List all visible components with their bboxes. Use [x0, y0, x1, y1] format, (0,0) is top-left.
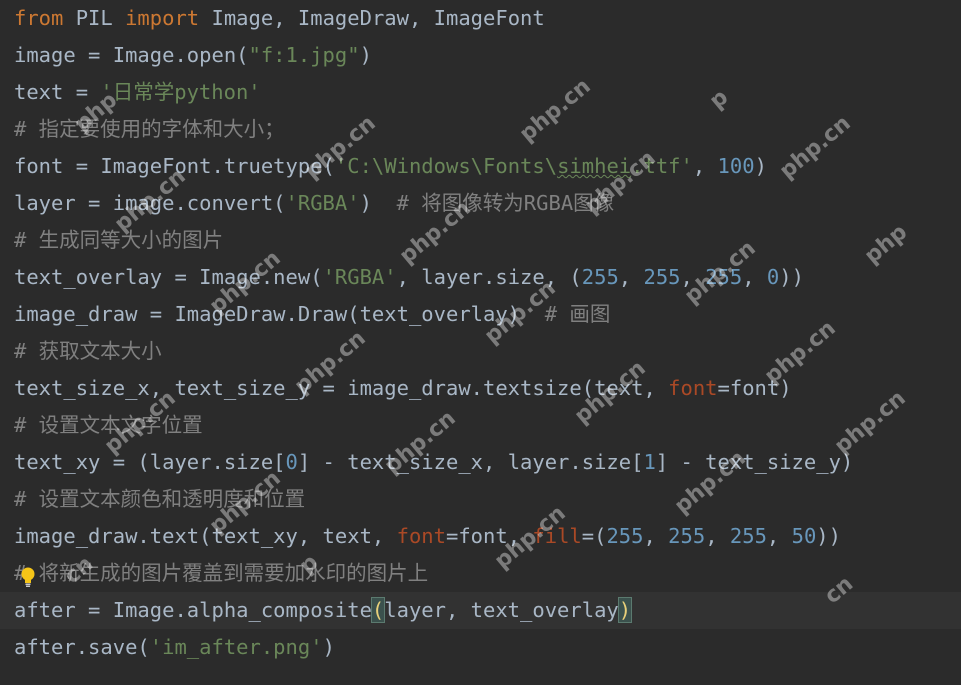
number-literal: 255: [668, 524, 706, 548]
code-text: layer, text_overlay: [384, 598, 619, 622]
code-line-15[interactable]: image_draw.text(text_xy, text, font=font…: [14, 518, 841, 555]
watermark-text: php.cn: [515, 73, 596, 148]
code-line-7[interactable]: # 生成同等大小的图片: [14, 222, 223, 259]
string-literal: "f:1.jpg": [248, 43, 360, 67]
string-literal: 'RGBA': [322, 265, 397, 289]
code-text: PIL: [63, 6, 126, 30]
code-text: after.save(: [14, 635, 150, 659]
string-literal: 'im_after.png': [149, 635, 323, 659]
keyword-argument: font: [668, 376, 718, 400]
number-literal: 255: [581, 265, 619, 289]
code-line-1[interactable]: from PIL import Image, ImageDraw, ImageF…: [14, 0, 545, 37]
watermark-text: php.cn: [775, 110, 856, 185]
code-text: =(: [581, 524, 607, 548]
comment: # 设置文本颜色和透明度和位置: [14, 487, 306, 511]
code-text: ): [359, 191, 397, 215]
code-text: ): [359, 43, 372, 67]
comment: # 画图: [544, 302, 611, 326]
code-text: image_draw = ImageDraw.Draw(text_overlay…: [14, 302, 545, 326]
code-text: ,: [618, 265, 644, 289]
string-literal: .ttf': [631, 154, 693, 178]
spellcheck-warning[interactable]: simhei: [557, 154, 631, 178]
number-literal: 0: [285, 450, 298, 474]
code-editor[interactable]: from PIL import Image, ImageDraw, ImageF…: [0, 0, 961, 685]
code-line-9[interactable]: image_draw = ImageDraw.Draw(text_overlay…: [14, 296, 610, 333]
keyword-argument: font: [396, 524, 446, 548]
code-line-12[interactable]: # 设置文本文字位置: [14, 407, 203, 444]
matching-bracket-open: (: [370, 597, 386, 623]
code-text: image = Image.open(: [14, 43, 249, 67]
code-line-6[interactable]: layer = image.convert('RGBA') # 将图像转为RGB…: [14, 185, 614, 222]
comment: # 将图像转为RGBA图像: [396, 191, 615, 215]
code-text: text_overlay = Image.new(: [14, 265, 323, 289]
code-text: ] - text_size_y): [655, 450, 854, 474]
comment: # 将新生成的图片覆盖到需要加水印的图片上: [14, 561, 429, 585]
number-literal: 255: [705, 265, 743, 289]
code-line-14[interactable]: # 设置文本颜色和透明度和位置: [14, 481, 305, 518]
string-literal: 'RGBA': [285, 191, 360, 215]
code-text: text_xy = (layer.size[: [14, 450, 286, 474]
code-line-4[interactable]: # 指定要使用的字体和大小；: [14, 111, 285, 148]
code-text: font = ImageFont.truetype(: [14, 154, 335, 178]
keyword-from: from: [14, 6, 64, 30]
code-line-8[interactable]: text_overlay = Image.new('RGBA', layer.s…: [14, 259, 804, 296]
number-literal: 50: [791, 524, 817, 548]
code-text: ): [322, 635, 335, 659]
code-text: Image, ImageDraw, ImageFont: [199, 6, 545, 30]
code-line-3[interactable]: text = '日常学python': [14, 74, 261, 111]
code-text: ] - text_size_x, layer.size[: [297, 450, 644, 474]
keyword-argument: fill: [532, 524, 582, 548]
code-text: )): [779, 265, 804, 289]
code-text: ,: [680, 265, 706, 289]
comment: # 获取文本大小: [14, 339, 162, 363]
string-literal: '日常学python': [100, 80, 261, 104]
watermark-text: php: [860, 219, 913, 270]
matching-bracket-close: ): [617, 597, 633, 623]
code-text: image_draw.text(text_xy, text,: [14, 524, 397, 548]
code-text: after = Image.alpha_composite: [14, 598, 372, 622]
code-line-16[interactable]: # 将新生成的图片覆盖到需要加水印的图片上: [14, 555, 428, 592]
comment: # 设置文本文字位置: [14, 413, 203, 437]
number-literal: 255: [729, 524, 767, 548]
keyword-import: import: [125, 6, 200, 30]
code-line-11[interactable]: text_size_x, text_size_y = image_draw.te…: [14, 370, 792, 407]
code-text: text_size_x, text_size_y = image_draw.te…: [14, 376, 669, 400]
lightbulb-icon[interactable]: [20, 566, 36, 588]
code-line-5[interactable]: font = ImageFont.truetype('C:\Windows\Fo…: [14, 148, 767, 185]
number-literal: 0: [766, 265, 780, 289]
code-line-2[interactable]: image = Image.open("f:1.jpg"): [14, 37, 372, 74]
code-line-18[interactable]: after.save('im_after.png'): [14, 629, 335, 666]
code-line-10[interactable]: # 获取文本大小: [14, 333, 162, 370]
code-text: =font,: [445, 524, 533, 548]
number-literal: 100: [717, 154, 755, 178]
code-text: text =: [14, 80, 101, 104]
string-literal: 'C:\Windows\Fonts\: [334, 154, 558, 178]
code-line-13[interactable]: text_xy = (layer.size[0] - text_size_x, …: [14, 444, 853, 481]
number-literal: 1: [643, 450, 656, 474]
code-text: )): [816, 524, 841, 548]
code-text: ): [754, 154, 767, 178]
comment: # 指定要使用的字体和大小；: [14, 117, 285, 141]
code-line-17[interactable]: after = Image.alpha_composite(layer, tex…: [14, 592, 633, 629]
code-text: ,: [692, 154, 718, 178]
comment: # 生成同等大小的图片: [14, 228, 224, 252]
code-text: layer = image.convert(: [14, 191, 286, 215]
code-text: ,: [705, 524, 730, 548]
code-text: =font): [717, 376, 792, 400]
code-text: ,: [742, 265, 767, 289]
number-literal: 255: [606, 524, 644, 548]
code-text: ,: [766, 524, 792, 548]
code-text: ,: [643, 524, 669, 548]
watermark-text: p: [705, 84, 734, 115]
number-literal: 255: [643, 265, 681, 289]
code-text: , layer.size, (: [396, 265, 582, 289]
